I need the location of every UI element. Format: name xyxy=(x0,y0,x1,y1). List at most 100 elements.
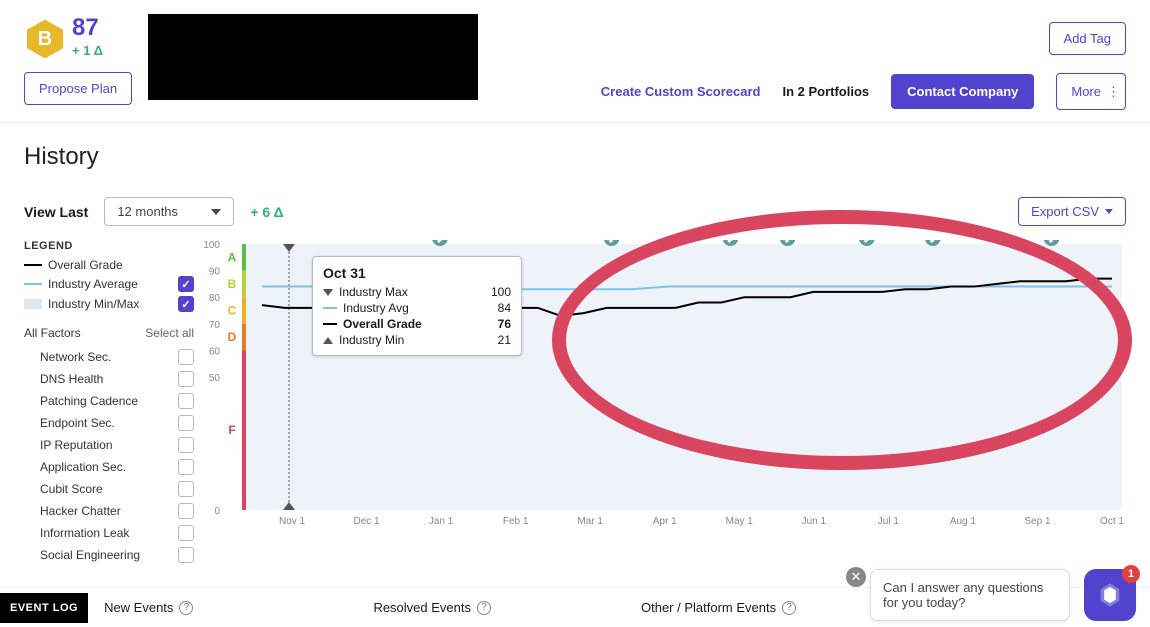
all-factors-label: All Factors xyxy=(24,326,81,340)
svg-text:90: 90 xyxy=(209,267,221,278)
tooltip-min-val: 21 xyxy=(498,333,511,347)
factor-label: DNS Health xyxy=(40,372,103,386)
tooltip-min-row: Industry Min 21 xyxy=(323,333,511,347)
industry-minmax-checkbox[interactable] xyxy=(178,296,194,312)
factor-checkbox[interactable] xyxy=(178,349,194,365)
help-icon[interactable]: ? xyxy=(782,601,796,615)
svg-text:Apr 1: Apr 1 xyxy=(653,516,677,527)
factor-row: Cubit Score xyxy=(24,478,194,500)
select-all-link[interactable]: Select all xyxy=(145,326,194,340)
legend-title: LEGEND xyxy=(24,240,194,252)
svg-text:B: B xyxy=(228,277,237,291)
redacted-block xyxy=(148,14,478,100)
factor-checkbox[interactable] xyxy=(178,525,194,541)
legend-industry-minmax-label: Industry Min/Max xyxy=(48,297,139,311)
in-portfolios-link[interactable]: In 2 Portfolios xyxy=(782,84,869,99)
factor-checkbox[interactable] xyxy=(178,393,194,409)
svg-text:D: D xyxy=(228,330,237,344)
line-blue-icon xyxy=(24,283,42,285)
triangle-down-icon xyxy=(323,289,333,296)
factor-checkbox[interactable] xyxy=(178,415,194,431)
event-log-badge: EVENT LOG xyxy=(0,593,88,623)
legend-industry-avg: Industry Average xyxy=(24,276,194,292)
view-last-row: View Last 12 months + 6 Δ Export CSV xyxy=(24,197,1126,226)
factor-checkbox[interactable] xyxy=(178,503,194,519)
svg-text:May 1: May 1 xyxy=(726,516,754,527)
svg-text:Aug 1: Aug 1 xyxy=(950,516,977,527)
add-tag-button[interactable]: Add Tag xyxy=(1049,22,1126,55)
grade-hexagon-icon: B xyxy=(24,18,66,60)
export-csv-button[interactable]: Export CSV xyxy=(1018,197,1126,226)
tooltip-max-val: 100 xyxy=(491,285,511,299)
factor-row: Information Leak xyxy=(24,522,194,544)
factor-row: Patching Cadence xyxy=(24,390,194,412)
score-cluster: B 87 + 1 Δ xyxy=(24,18,132,60)
propose-plan-button[interactable]: Propose Plan xyxy=(24,72,132,105)
svg-text:Dec 1: Dec 1 xyxy=(353,516,380,527)
factor-checkbox[interactable] xyxy=(178,437,194,453)
chat-close-button[interactable]: ✕ xyxy=(846,567,866,587)
factors-list: Network Sec. DNS Health Patching Cadence En… xyxy=(24,346,194,566)
history-title: History xyxy=(24,143,1126,171)
chat-bubble[interactable]: Can I answer any questions for you today… xyxy=(870,569,1070,621)
more-button[interactable]: More ⋮ xyxy=(1056,73,1126,110)
contact-company-button[interactable]: Contact Company xyxy=(891,74,1034,109)
header-right: Add Tag Create Custom Scorecard In 2 Por… xyxy=(601,22,1126,110)
svg-text:Mar 1: Mar 1 xyxy=(577,516,603,527)
factor-checkbox[interactable] xyxy=(178,459,194,475)
svg-text:Jul 1: Jul 1 xyxy=(878,516,900,527)
chart-area[interactable]: ABCDF05060708090100Nov 1Dec 1Jan 1Feb 1M… xyxy=(202,240,1126,532)
resolved-events-link[interactable]: Resolved Events ? xyxy=(373,600,491,615)
tooltip-overall-label: Overall Grade xyxy=(343,317,422,331)
resolved-events-label: Resolved Events xyxy=(373,600,471,615)
score-column: 87 + 1 Δ xyxy=(72,14,103,58)
factor-checkbox[interactable] xyxy=(178,481,194,497)
more-button-label: More xyxy=(1071,84,1101,99)
help-icon[interactable]: ? xyxy=(179,601,193,615)
factor-label: Cubit Score xyxy=(40,482,103,496)
chat-launcher-button[interactable]: 1 xyxy=(1084,569,1136,621)
legend-overall: Overall Grade xyxy=(24,258,194,272)
factor-label: Endpoint Sec. xyxy=(40,416,115,430)
svg-text:Oct 1: Oct 1 xyxy=(1100,516,1124,527)
industry-avg-checkbox[interactable] xyxy=(178,276,194,292)
months-select[interactable]: 12 months xyxy=(104,197,234,226)
vertical-dots-icon: ⋮ xyxy=(1107,90,1111,93)
svg-text:Nov 1: Nov 1 xyxy=(279,516,306,527)
factor-row: IP Reputation xyxy=(24,434,194,456)
new-events-link[interactable]: New Events ? xyxy=(104,600,193,615)
factor-label: Network Sec. xyxy=(40,350,111,364)
legend: LEGEND Overall Grade Industry Average In… xyxy=(24,240,194,566)
tooltip-avg-val: 84 xyxy=(498,301,511,315)
chat-prompt: Can I answer any questions for you today… xyxy=(883,580,1043,610)
view-last-label: View Last xyxy=(24,204,88,220)
header-links-row: Create Custom Scorecard In 2 Portfolios … xyxy=(601,73,1126,110)
factor-checkbox[interactable] xyxy=(178,371,194,387)
factor-label: Patching Cadence xyxy=(40,394,138,408)
other-events-link[interactable]: Other / Platform Events ? xyxy=(641,600,796,615)
svg-text:Jan 1: Jan 1 xyxy=(429,516,454,527)
chat-badge: 1 xyxy=(1122,565,1140,583)
tooltip-avg-label: Industry Avg xyxy=(343,301,409,315)
header-left: B 87 + 1 Δ Propose Plan xyxy=(24,18,132,105)
factor-checkbox[interactable] xyxy=(178,547,194,563)
svg-text:100: 100 xyxy=(203,240,220,251)
score-delta: + 1 Δ xyxy=(72,43,103,59)
tooltip-min-label: Industry Min xyxy=(339,333,404,347)
factor-row: Network Sec. xyxy=(24,346,194,368)
svg-text:A: A xyxy=(228,250,237,264)
svg-text:70: 70 xyxy=(209,320,221,331)
tooltip-overall-row: Overall Grade 76 xyxy=(323,317,511,331)
factors-header: All Factors Select all xyxy=(24,326,194,340)
box-blue-icon xyxy=(24,299,42,309)
history-section: History View Last 12 months + 6 Δ Export… xyxy=(0,123,1150,572)
factor-label: Application Sec. xyxy=(40,460,126,474)
legend-industry-minmax: Industry Min/Max xyxy=(24,296,194,312)
help-icon[interactable]: ? xyxy=(477,601,491,615)
svg-text:0: 0 xyxy=(214,506,220,517)
chevron-down-icon xyxy=(1105,209,1113,214)
create-custom-scorecard-link[interactable]: Create Custom Scorecard xyxy=(601,84,761,99)
svg-text:80: 80 xyxy=(209,293,221,304)
svg-text:50: 50 xyxy=(209,373,221,384)
factor-label: Hacker Chatter xyxy=(40,504,121,518)
